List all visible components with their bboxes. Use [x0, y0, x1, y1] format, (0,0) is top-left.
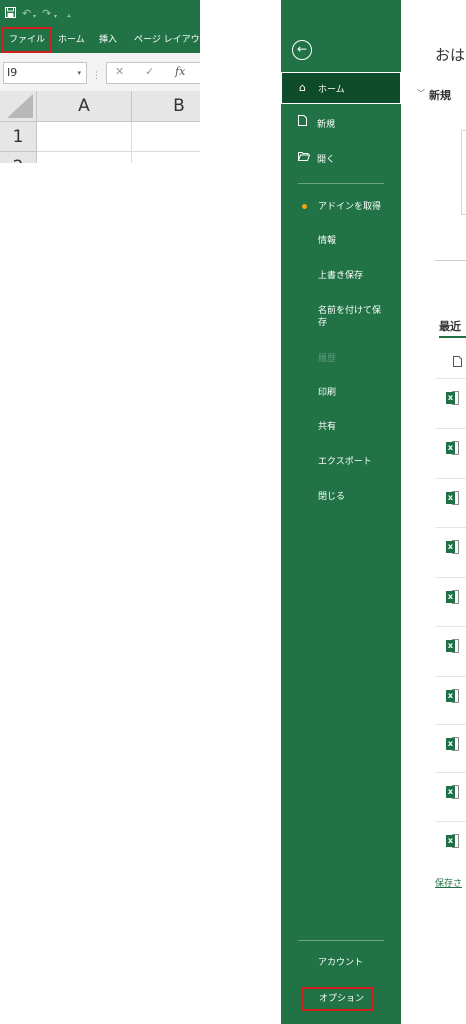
row-header[interactable]: 1: [0, 122, 37, 152]
tab-home[interactable]: ホーム: [58, 28, 85, 53]
row-header[interactable]: 2: [0, 152, 37, 163]
excel-file-icon: x: [446, 639, 459, 653]
recent-tab-underline: [439, 336, 466, 338]
tab-insert[interactable]: 挿入: [99, 28, 117, 53]
chevron-down-icon[interactable]: ▾: [77, 63, 81, 83]
nav-item-export[interactable]: エクスポート: [318, 456, 372, 468]
nav-item-account[interactable]: アカウント: [318, 957, 363, 969]
worksheet-grid: A B 1 2: [0, 91, 200, 163]
recent-file-row[interactable]: x: [435, 378, 466, 418]
excel-file-icon: x: [446, 491, 459, 505]
nav-item-save[interactable]: 上書き保存: [318, 270, 363, 282]
insert-function-icon[interactable]: fx: [175, 65, 185, 78]
nav-item-info[interactable]: 情報: [318, 235, 336, 247]
recent-file-row[interactable]: x: [435, 478, 466, 518]
column-header[interactable]: B: [132, 91, 200, 122]
name-box-value: I9: [7, 66, 18, 79]
backstage-view: ← ⌂ ホーム 新規 開く アドインを取得 情報 上書き保存 名前を付けて保存 …: [281, 0, 466, 1024]
quick-access-toolbar: ↶ ▾ ↷ ▾ ⩡: [0, 0, 200, 28]
greeting-heading: おは: [435, 46, 466, 64]
recent-file-row[interactable]: x: [435, 428, 466, 468]
cell-a2[interactable]: [37, 152, 132, 163]
dropdown-icon[interactable]: ▾: [33, 10, 36, 24]
nav-item-label: 新規: [317, 120, 336, 130]
name-box[interactable]: I9 ▾: [3, 62, 87, 84]
new-section-heading[interactable]: 新規: [429, 87, 451, 103]
excel-file-icon: x: [446, 689, 459, 703]
section-divider: [435, 260, 466, 261]
recent-file-row[interactable]: x: [435, 772, 466, 812]
undo-icon[interactable]: ↶: [22, 7, 31, 21]
excel-file-icon: x: [446, 391, 459, 405]
excel-file-icon: x: [446, 540, 459, 554]
nav-divider: [298, 183, 384, 184]
save-icon[interactable]: [5, 7, 16, 22]
backstage-nav: ← ⌂ ホーム 新規 開く アドインを取得 情報 上書き保存 名前を付けて保存 …: [281, 0, 401, 1024]
saved-files-link[interactable]: 保存さ: [435, 876, 462, 889]
excel-file-icon: x: [446, 590, 459, 604]
nav-divider: [298, 940, 384, 941]
select-all-button[interactable]: [0, 91, 37, 122]
recent-file-row[interactable]: x: [435, 821, 466, 861]
column-header[interactable]: A: [37, 91, 132, 122]
excel-window: ↶ ▾ ↷ ▾ ⩡ ファイル ホーム 挿入 ページ レイアウト I9 ▾ ⋮ ✕…: [0, 0, 200, 163]
open-folder-icon: [298, 151, 311, 164]
recent-file-row[interactable]: x: [435, 577, 466, 617]
cell-b1[interactable]: [132, 122, 200, 152]
nav-item-print[interactable]: 印刷: [318, 387, 336, 399]
excel-file-icon: x: [446, 737, 459, 751]
addin-dot-icon: [302, 204, 307, 209]
nav-item-close[interactable]: 閉じる: [318, 491, 345, 503]
cell-b2[interactable]: [132, 152, 200, 163]
dropdown-icon[interactable]: ▾: [54, 10, 57, 24]
formula-bar: I9 ▾ ⋮ ✕ ✓ fx: [0, 53, 200, 91]
recent-file-row[interactable]: x: [435, 676, 466, 716]
nav-item-save-as[interactable]: 名前を付けて保存: [318, 305, 388, 329]
excel-file-icon: x: [446, 834, 459, 848]
document-type-icon: [453, 356, 462, 370]
nav-item-share[interactable]: 共有: [318, 421, 336, 433]
nav-item-history: 履歴: [318, 354, 337, 364]
nav-item-open[interactable]: 開く: [281, 147, 401, 169]
excel-file-icon: x: [446, 785, 459, 799]
recent-tab[interactable]: 最近: [439, 318, 461, 334]
formula-input-area[interactable]: ✕ ✓ fx: [106, 62, 200, 84]
tab-page-layout[interactable]: ページ レイアウト: [134, 28, 200, 53]
home-icon: ⌂: [299, 81, 306, 94]
enter-icon[interactable]: ✓: [145, 65, 154, 78]
nav-item-label: ホーム: [318, 85, 345, 95]
nav-item-new[interactable]: 新規: [281, 112, 401, 134]
nav-item-label: 開く: [317, 155, 336, 165]
redo-icon[interactable]: ↷: [42, 7, 51, 21]
nav-item-get-addins[interactable]: アドインを取得: [318, 201, 381, 213]
excel-file-icon: x: [446, 441, 459, 455]
cancel-icon[interactable]: ✕: [115, 65, 124, 78]
tab-file[interactable]: ファイル: [2, 27, 52, 53]
back-arrow-icon[interactable]: ←: [292, 40, 312, 60]
nav-item-home[interactable]: ⌂ ホーム: [281, 72, 401, 104]
formula-bar-splitter[interactable]: ⋮: [92, 71, 101, 81]
cell-a1[interactable]: [37, 122, 132, 152]
recent-file-row[interactable]: x: [435, 724, 466, 764]
ribbon-tabs: ファイル ホーム 挿入 ページ レイアウト: [0, 27, 200, 53]
recent-file-row[interactable]: x: [435, 626, 466, 666]
customize-qat-icon[interactable]: ⩡: [67, 9, 71, 23]
chevron-down-icon[interactable]: ﹀: [417, 88, 425, 99]
template-card[interactable]: [461, 130, 466, 215]
new-document-icon: [298, 115, 307, 129]
recent-file-row[interactable]: x: [435, 527, 466, 567]
nav-item-options[interactable]: オプション: [302, 987, 373, 1011]
